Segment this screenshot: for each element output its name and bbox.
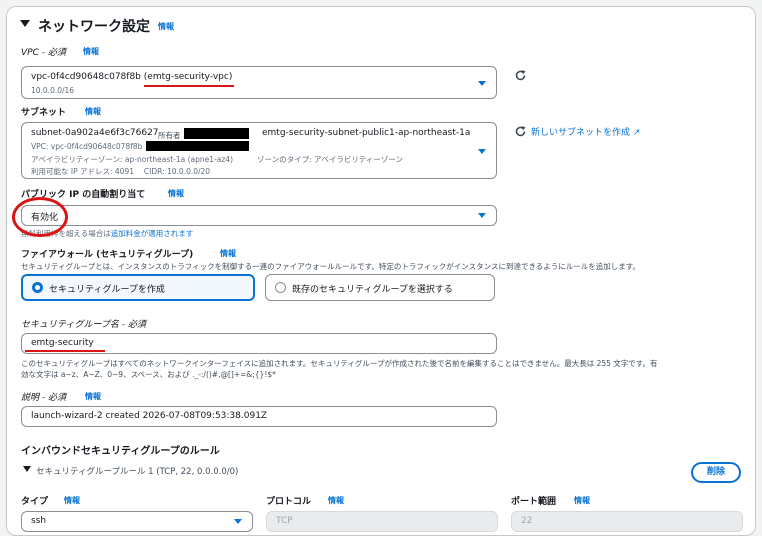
vpc-select[interactable]: vpc-0f4cd90648c078f8b (emtg-security-vpc…: [21, 66, 497, 99]
section-title: ネットワーク設定: [38, 19, 150, 35]
external-link-icon: ↗: [632, 128, 641, 138]
create-security-group-label: セキュリティグループを作成: [49, 285, 165, 295]
collapse-caret-icon[interactable]: [20, 19, 30, 29]
sg-name-label: セキュリティグループ名 - 必須: [21, 320, 146, 330]
description-info-link[interactable]: 情報: [85, 391, 101, 402]
refresh-icon[interactable]: [514, 69, 527, 85]
protocol-value: TCP: [276, 516, 293, 526]
description-label: 説明 - 必須: [21, 393, 66, 403]
subnet-id: subnet-0a902a4e6f3c76627: [31, 128, 159, 138]
subnet-owner-label: 所有者: [158, 131, 181, 140]
inbound-rules-title: インバウンドセキュリティグループのルール: [21, 446, 220, 457]
public-ip-select[interactable]: 有効化: [21, 205, 497, 226]
subnet-available-ip: 利用可能な IP アドレス: 4091 CIDR: 10.0.0.0/20: [31, 167, 211, 176]
refresh-icon[interactable]: [514, 125, 527, 141]
create-security-group-option[interactable]: セキュリティグループを作成: [21, 274, 255, 301]
protocol-label: プロトコル: [266, 497, 312, 507]
firewall-label: ファイアウォール (セキュリティグループ): [21, 250, 194, 260]
rule-title: セキュリティグループルール 1 (TCP, 22, 0.0.0.0/0): [36, 467, 239, 477]
rule-caret-icon[interactable]: [23, 465, 31, 476]
vpc-select-value: vpc-0f4cd90648c078f8b (emtg-security-vpc…: [31, 72, 233, 82]
redacted-owner-block: [184, 128, 249, 139]
chevron-down-icon: [478, 81, 486, 86]
firewall-description: セキュリティグループとは、インスタンスのトラフィックを制御する一連のファイアウォ…: [21, 262, 641, 271]
port-info-link[interactable]: 情報: [574, 495, 590, 506]
subnet-label: サブネット: [21, 108, 67, 118]
sg-name-help-line1: このセキュリティグループはすべてのネットワークインターフェイスに追加されます。セ…: [21, 359, 658, 368]
sg-name-value: emtg-security: [31, 338, 94, 348]
vpc-info-link[interactable]: 情報: [83, 46, 99, 57]
vpc-cidr: 10.0.0.0/16: [31, 86, 75, 95]
description-value: launch-wizard-2 created 2026-07-08T09:53…: [31, 411, 268, 421]
network-settings-panel: ネットワーク設定 情報 VPC - 必須 情報 vpc-0f4cd90648c0…: [6, 6, 756, 536]
additional-charges-link[interactable]: 追加料金が適用されます: [111, 229, 194, 238]
info-link[interactable]: 情報: [158, 21, 174, 32]
port-range-label: ポート範囲: [511, 497, 557, 507]
annotation-underline-sg: [25, 350, 105, 352]
subnet-az: アベイラビリティーゾーン: ap-northeast-1a (apne1-az4…: [31, 155, 233, 164]
existing-security-group-label: 既存のセキュリティグループを選択する: [292, 285, 453, 295]
subnet-info-link[interactable]: 情報: [85, 106, 101, 117]
create-subnet-link[interactable]: 新しいサブネットを作成 ↗: [531, 125, 640, 138]
annotation-underline-vpc: [144, 85, 234, 87]
existing-security-group-option[interactable]: 既存のセキュリティグループを選択する: [265, 274, 495, 301]
subnet-name: emtg-security-subnet-public1-ap-northeas…: [262, 128, 471, 138]
firewall-info-link[interactable]: 情報: [220, 248, 236, 259]
subnet-select[interactable]: subnet-0a902a4e6f3c76627 所有者 emtg-securi…: [21, 122, 497, 179]
vpc-label: VPC - 必須: [21, 48, 66, 58]
port-value: 22: [521, 516, 533, 526]
public-ip-info-link[interactable]: 情報: [168, 188, 184, 199]
type-info-link[interactable]: 情報: [64, 495, 80, 506]
subnet-zone-type: ゾーンのタイプ: アベイラビリティーゾーン: [257, 155, 404, 164]
radio-selected[interactable]: [32, 282, 43, 293]
sg-name-help-line2: 効な文字は a~z、A~Z、0~9、スペース、および ._-:/()#,@[]+…: [21, 370, 276, 379]
type-value: ssh: [31, 516, 47, 526]
chevron-down-icon: [478, 149, 486, 154]
delete-rule-button[interactable]: 削除: [691, 462, 741, 483]
radio-unselected[interactable]: [275, 282, 286, 293]
annotation-circle: [12, 197, 68, 237]
protocol-info-link[interactable]: 情報: [328, 495, 344, 506]
chevron-down-icon: [478, 213, 486, 218]
subnet-vpc: VPC: vpc-0f4cd90648c078f8b: [31, 142, 143, 151]
redacted-owner-block-2: [146, 141, 249, 151]
type-label: タイプ: [21, 497, 49, 507]
description-input[interactable]: launch-wizard-2 created 2026-07-08T09:53…: [21, 406, 497, 427]
